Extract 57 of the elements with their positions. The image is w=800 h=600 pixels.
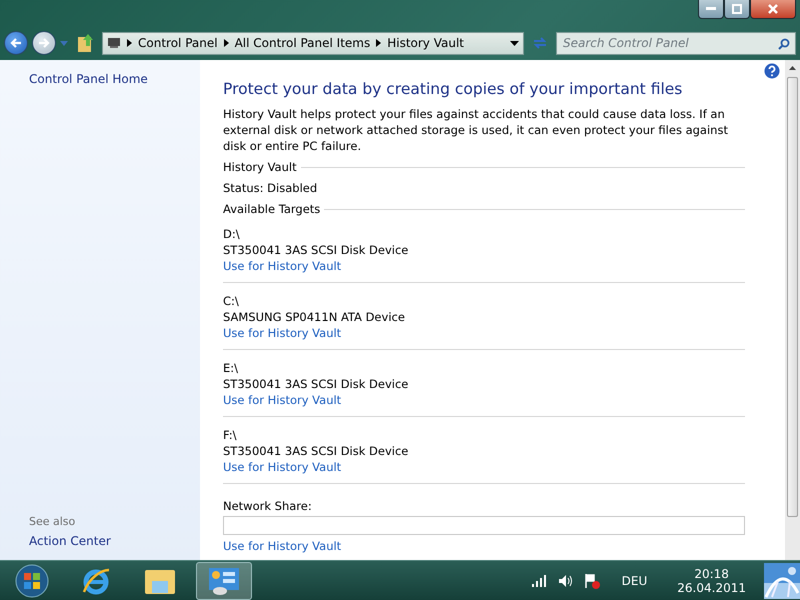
search-field[interactable]: Search Control Panel	[556, 32, 796, 54]
control-panel-icon	[208, 566, 240, 594]
breadcrumb[interactable]: All Control Panel Items	[234, 36, 370, 50]
language-indicator[interactable]: DEU	[622, 574, 648, 588]
scrollbar-thumb[interactable]	[787, 77, 798, 517]
intro-text: History Vault helps protect your files against accidents that could cause data loss. If an external disk or network attached storage is used, it can even protect your files against disk or entire PC failure.	[223, 106, 729, 154]
scroll-up-icon	[789, 66, 796, 70]
device-name: SAMSUNG SP0411N ATA Device	[223, 309, 406, 325]
use-target-link[interactable]: Use for History Vault	[223, 538, 342, 554]
see-also-heading: See also	[29, 515, 76, 528]
section-heading: History Vault	[223, 160, 297, 174]
chevron-right-icon	[224, 39, 229, 47]
clock[interactable]: 20:18 26.04.2011	[677, 566, 746, 594]
chevron-right-icon	[376, 39, 382, 47]
search-icon	[778, 38, 790, 50]
sidebar-link[interactable]: Control Panel Home	[29, 72, 148, 86]
close-icon	[768, 4, 778, 14]
back-button[interactable]	[4, 31, 28, 55]
sidebar-link[interactable]: Action Center	[29, 534, 111, 548]
windows-logo-icon	[15, 564, 49, 598]
signal-icon[interactable]	[532, 574, 548, 586]
network-share-field[interactable]	[223, 516, 745, 535]
minimize-button[interactable]	[698, 0, 724, 19]
section-heading: Available Targets	[223, 202, 320, 216]
chevron-right-icon	[127, 39, 132, 47]
help-icon[interactable]	[764, 63, 780, 79]
use-target-link[interactable]: Use for History Vault	[223, 258, 342, 274]
drive-letter: C:\	[223, 293, 240, 309]
speaker-icon[interactable]	[558, 574, 574, 588]
taskbar-app[interactable]	[196, 562, 252, 600]
device-name: ST350041 3AS SCSI Disk Device	[223, 376, 410, 392]
arrow-left-icon	[10, 37, 22, 49]
drive-letter: E:\	[223, 360, 240, 376]
breadcrumb[interactable]: History Vault	[387, 36, 464, 50]
dropdown-caret-icon[interactable]	[510, 40, 519, 46]
use-target-link[interactable]: Use for History Vault	[223, 325, 342, 341]
use-target-link[interactable]: Use for History Vault	[223, 392, 342, 408]
drive-letter: F:\	[223, 427, 238, 443]
computer-icon	[107, 37, 121, 49]
device-name: ST350041 3AS SCSI Disk Device	[223, 443, 410, 459]
forward-button[interactable]	[32, 31, 56, 55]
flag-icon[interactable]	[584, 572, 600, 588]
restore-icon	[732, 4, 742, 14]
scrollbar[interactable]	[785, 60, 800, 560]
maximize-button[interactable]	[724, 0, 750, 19]
status-text: Status: Disabled	[223, 180, 318, 196]
address-bar[interactable]: Control Panel All Control Panel Items History Vault	[102, 32, 524, 54]
arrow-right-icon	[38, 37, 50, 49]
use-target-link[interactable]: Use for History Vault	[223, 459, 342, 475]
folder-up-icon[interactable]	[76, 33, 94, 53]
minimize-icon	[706, 7, 716, 11]
close-button[interactable]	[750, 0, 796, 19]
page-heading: Protect your data by creating copies of your important files	[223, 80, 684, 98]
device-name: ST350041 3AS SCSI Disk Device	[223, 242, 410, 258]
drive-letter: D:\	[223, 226, 241, 242]
breadcrumb[interactable]: Control Panel	[138, 36, 218, 50]
network-share-label: Network Share:	[223, 498, 313, 514]
